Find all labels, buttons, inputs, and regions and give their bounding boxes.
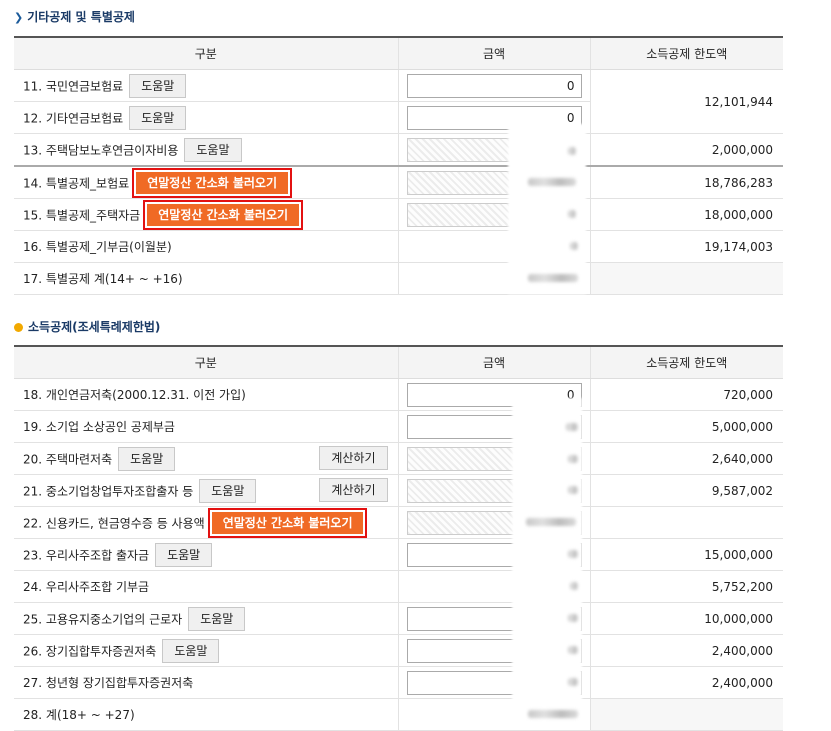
help-button[interactable]: 도움말 (155, 542, 213, 567)
table-row: 26. 장기집합투자증권저축 도움말 2,400,000 (14, 634, 783, 667)
redacted-value (526, 518, 576, 526)
help-button[interactable]: 도움말 (129, 73, 187, 98)
limit-value: 18,786,283 (589, 166, 783, 199)
row-label: 17. 특별공제 계(14+ ~ +16) (23, 272, 183, 286)
redacted-value (570, 242, 578, 250)
row-label: 25. 고용유지중소기업의 근로자 (23, 612, 183, 626)
redacted-value (568, 210, 576, 218)
limit-value: 5,752,200 (589, 570, 783, 603)
row-label: 21. 중소기업창업투자조합출자 등 (23, 484, 194, 498)
limit-value: 720,000 (589, 378, 783, 411)
bullet-icon (14, 323, 23, 332)
table-row: 19. 소기업 소상공인 공제부금 5,000,000 (14, 410, 783, 443)
header-limit: 소득공제 한도액 (589, 37, 783, 70)
limit-value: 10,000,000 (589, 602, 783, 635)
table-row: 23. 우리사주조합 출자금 도움말 15,000,000 (14, 538, 783, 571)
row-label: 27. 청년형 장기집합투자증권저축 (23, 676, 194, 690)
limit-value: 2,640,000 (589, 442, 783, 475)
header-category: 구분 (14, 346, 398, 379)
header-amount: 금액 (397, 37, 590, 70)
calculate-button[interactable]: 계산하기 (319, 446, 388, 470)
limit-value: 19,174,003 (589, 230, 783, 263)
fetch-simplified-button[interactable]: 연말정산 간소화 불러오기 (147, 203, 300, 226)
fetch-simplified-button[interactable]: 연말정산 간소화 불러오기 (211, 511, 364, 534)
row-label: 22. 신용카드, 현금영수증 등 사용액 (23, 516, 205, 530)
help-button[interactable]: 도움말 (184, 137, 242, 162)
calculate-button[interactable]: 계산하기 (319, 478, 388, 502)
redacted-value (528, 274, 578, 282)
redacted-value (568, 678, 578, 686)
row-label: 24. 우리사주조합 기부금 (23, 580, 150, 594)
redacted-value (568, 550, 578, 558)
limit-value: 12,101,944 (589, 69, 783, 134)
row-label: 13. 주택담보노후연금이자비용 (23, 143, 179, 157)
header-category: 구분 (14, 37, 398, 70)
redacted-value (568, 486, 578, 494)
table-row: 21. 중소기업창업투자조합출자 등 도움말 계산하기 9,587,002 (14, 474, 783, 507)
table-row: 24. 우리사주조합 기부금 5,752,200 (14, 570, 783, 603)
limit-value: 2,400,000 (589, 634, 783, 667)
row-label: 15. 특별공제_주택자금 (23, 208, 141, 222)
limit-value: 15,000,000 (589, 538, 783, 571)
help-button[interactable]: 도움말 (199, 478, 257, 503)
chevron-right-icon: ❯ (14, 11, 24, 24)
tax-special-deductions-table: 구분 금액 소득공제 한도액 18. 개인연금저축(2000.12.31. 이전… (14, 345, 783, 731)
limit-value (589, 506, 783, 539)
redacted-value (568, 147, 576, 155)
limit-value: 9,587,002 (589, 474, 783, 507)
row-label: 28. 계(18+ ~ +27) (23, 708, 135, 722)
row-label: 20. 주택마련저축 (23, 452, 113, 466)
header-amount: 금액 (397, 346, 590, 379)
section-title-other-deductions: ❯ 기타공제 및 특별공제 (14, 10, 135, 24)
limit-value: 18,000,000 (589, 198, 783, 231)
help-button[interactable]: 도움말 (118, 446, 176, 471)
help-button[interactable]: 도움말 (129, 105, 187, 130)
limit-value: 5,000,000 (589, 410, 783, 443)
highlight-box: 연말정산 간소화 불러오기 (207, 507, 368, 538)
table-row: 14. 특별공제_보험료 연말정산 간소화 불러오기 18,786,283 (14, 166, 783, 199)
table-row: 11. 국민연금보험료 도움말 0 12,101,944 (14, 69, 783, 134)
table-row: 18. 개인연금저축(2000.12.31. 이전 가입) 0 720,000 (14, 378, 783, 411)
row-label: 23. 우리사주조합 출자금 (23, 548, 150, 562)
row-label: 16. 특별공제_기부금(이월분) (23, 240, 172, 254)
redacted-value (566, 423, 578, 431)
table-row: 28. 계(18+ ~ +27) (14, 698, 783, 731)
row-label: 26. 장기집합투자증권저축 (23, 644, 157, 658)
table-row: 13. 주택담보노후연금이자비용 도움말 2,000,000 (14, 133, 783, 167)
table-header: 구분 금액 소득공제 한도액 (14, 346, 783, 379)
fetch-simplified-button[interactable]: 연말정산 간소화 불러오기 (136, 171, 288, 194)
section-title-tax-special-deductions: 소득공제(조세특례제한법) (14, 318, 160, 336)
other-deductions-table: 구분 금액 소득공제 한도액 11. 국민연금보험료 도움말 0 12,101,9… (14, 36, 783, 295)
help-button[interactable]: 도움말 (162, 638, 220, 663)
table-row: 22. 신용카드, 현금영수증 등 사용액 연말정산 간소화 불러오기 (14, 506, 783, 539)
limit-value: 2,000,000 (589, 133, 783, 167)
limit-value (589, 698, 783, 731)
highlight-box: 연말정산 간소화 불러오기 (143, 199, 304, 230)
table-row: 27. 청년형 장기집합투자증권저축 2,400,000 (14, 666, 783, 699)
redacted-value (570, 582, 578, 590)
limit-value (589, 262, 783, 295)
table-row: 25. 고용유지중소기업의 근로자 도움말 10,000,000 (14, 602, 783, 635)
help-button[interactable]: 도움말 (188, 606, 246, 631)
table-row: 15. 특별공제_주택자금 연말정산 간소화 불러오기 18,000,000 (14, 198, 783, 231)
limit-value: 2,400,000 (589, 666, 783, 699)
row-label: 12. 기타연금보험료 (23, 111, 124, 125)
header-limit: 소득공제 한도액 (589, 346, 783, 379)
redacted-value (568, 455, 578, 463)
redacted-value (568, 614, 578, 622)
redacted-value (568, 646, 578, 654)
row-label: 18. 개인연금저축(2000.12.31. 이전 가입) (23, 388, 246, 402)
highlight-box: 연말정산 간소화 불러오기 (132, 167, 292, 198)
table-row: 16. 특별공제_기부금(이월분) 19,174,003 (14, 230, 783, 263)
redacted-value (528, 178, 576, 186)
row-label: 14. 특별공제_보험료 (23, 176, 130, 190)
row-label: 11. 국민연금보험료 (23, 79, 124, 93)
table-header: 구분 금액 소득공제 한도액 (14, 37, 783, 70)
redacted-value (528, 710, 578, 718)
table-row: 20. 주택마련저축 도움말 계산하기 2,640,000 (14, 442, 783, 475)
row-label: 19. 소기업 소상공인 공제부금 (23, 420, 175, 434)
table-row: 17. 특별공제 계(14+ ~ +16) (14, 262, 783, 295)
national-pension-input[interactable]: 0 (406, 73, 582, 98)
